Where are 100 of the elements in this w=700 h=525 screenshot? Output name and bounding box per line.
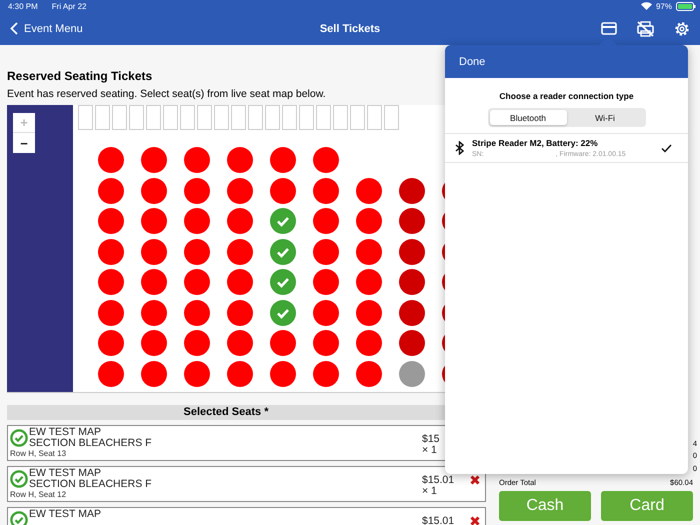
done-button[interactable]: Done xyxy=(453,54,492,68)
reader-name: Stripe Reader M2, Battery: 22% xyxy=(472,138,599,148)
ticket-price: $15.01 xyxy=(422,516,456,525)
printer-off-icon[interactable] xyxy=(637,20,654,36)
seat[interactable] xyxy=(227,208,253,234)
event-name: EW TEST MAP xyxy=(29,509,101,520)
selected-seat[interactable] xyxy=(270,238,296,264)
seat[interactable] xyxy=(98,300,124,326)
check-circle-icon xyxy=(10,429,28,447)
seat[interactable] xyxy=(141,208,167,234)
seat[interactable] xyxy=(313,300,339,326)
chevron-left-icon xyxy=(10,22,18,35)
seat[interactable] xyxy=(399,208,425,234)
seat[interactable] xyxy=(184,147,210,173)
seat[interactable] xyxy=(313,238,339,264)
seat[interactable] xyxy=(98,360,124,386)
seat-label: Row H, Seat 13 xyxy=(10,449,68,458)
selected-seat-item[interactable]: EW TEST MAP SECTION BLEACHERS F Row H, Seat 12 $15.01 × 1 xyxy=(7,466,486,502)
seat[interactable] xyxy=(313,178,339,204)
seat[interactable] xyxy=(313,208,339,234)
seat[interactable] xyxy=(227,330,253,356)
selected-seat[interactable] xyxy=(270,269,296,295)
bluetooth-icon xyxy=(455,141,464,155)
seat[interactable] xyxy=(141,330,167,356)
event-name: EW TEST MAP xyxy=(29,427,102,438)
seat[interactable] xyxy=(184,360,210,386)
seat[interactable] xyxy=(227,269,253,295)
seat[interactable] xyxy=(141,178,167,204)
ticket-price: $15.01 xyxy=(422,475,456,486)
section-title: Reserved Seating Tickets xyxy=(7,69,154,83)
seat[interactable] xyxy=(270,360,296,386)
back-button[interactable]: Event Menu xyxy=(10,22,83,35)
popover-title: Choose a reader connection type xyxy=(498,91,635,101)
credit-card-icon[interactable] xyxy=(601,22,617,35)
seat[interactable] xyxy=(313,360,339,386)
ticket-quantity: × 1 xyxy=(422,445,438,456)
ticket-price: $15 xyxy=(422,434,441,445)
seat[interactable] xyxy=(141,360,167,386)
seat[interactable] xyxy=(98,238,124,264)
seat[interactable] xyxy=(98,208,124,234)
seat[interactable] xyxy=(399,238,425,264)
seat[interactable] xyxy=(313,147,339,173)
seat[interactable] xyxy=(399,360,425,386)
seat[interactable] xyxy=(270,178,296,204)
seat[interactable] xyxy=(399,330,425,356)
seat[interactable] xyxy=(184,269,210,295)
selected-seats-header: Selected Seats * xyxy=(7,405,445,420)
seat[interactable] xyxy=(356,208,382,234)
seat[interactable] xyxy=(227,178,253,204)
segment-tab[interactable]: Wi-Fi xyxy=(566,110,644,125)
seat[interactable] xyxy=(356,360,382,386)
seat[interactable] xyxy=(356,330,382,356)
seat[interactable] xyxy=(98,147,124,173)
seat[interactable] xyxy=(356,269,382,295)
remove-icon[interactable] xyxy=(470,516,480,525)
seat[interactable] xyxy=(270,147,296,173)
seat[interactable] xyxy=(399,300,425,326)
seat[interactable] xyxy=(98,330,124,356)
selected-seat-item[interactable]: EW TEST MAP $15.01 xyxy=(7,507,486,525)
seat[interactable] xyxy=(356,178,382,204)
status-date: Fri Apr 22 xyxy=(52,2,86,10)
seat[interactable] xyxy=(356,300,382,326)
seat[interactable] xyxy=(313,269,339,295)
seat[interactable] xyxy=(184,208,210,234)
section-name: SECTION BLEACHERS F xyxy=(29,479,152,490)
seat[interactable] xyxy=(141,300,167,326)
seat[interactable] xyxy=(184,238,210,264)
wifi-icon xyxy=(640,2,652,10)
check-circle-icon xyxy=(10,470,28,488)
seat[interactable] xyxy=(98,178,124,204)
remove-icon[interactable] xyxy=(470,475,480,485)
seat[interactable] xyxy=(356,238,382,264)
selected-seat[interactable] xyxy=(270,208,296,234)
selected-seat[interactable] xyxy=(270,300,296,326)
seat[interactable] xyxy=(184,330,210,356)
settings-icon[interactable] xyxy=(674,20,690,36)
seat[interactable] xyxy=(399,269,425,295)
seat[interactable] xyxy=(227,300,253,326)
seat[interactable] xyxy=(98,269,124,295)
section-name: SECTION BLEACHERS F xyxy=(29,438,152,449)
battery-icon xyxy=(676,2,696,10)
page-title: Sell Tickets xyxy=(318,22,382,34)
ticket-quantity: × 1 xyxy=(422,486,438,497)
segment-tab[interactable]: Bluetooth xyxy=(490,110,566,125)
seat[interactable] xyxy=(227,360,253,386)
seat[interactable] xyxy=(270,330,296,356)
status-time: 4:30 PM xyxy=(8,2,38,10)
seat[interactable] xyxy=(184,178,210,204)
seat[interactable] xyxy=(141,238,167,264)
seat[interactable] xyxy=(141,147,167,173)
seat[interactable] xyxy=(313,330,339,356)
seat[interactable] xyxy=(141,269,167,295)
seat-label: Row H, Seat 12 xyxy=(10,490,68,499)
seat[interactable] xyxy=(227,238,253,264)
seat[interactable] xyxy=(184,300,210,326)
seat[interactable] xyxy=(399,178,425,204)
event-name: EW TEST MAP xyxy=(29,468,102,479)
battery-percent: 97% xyxy=(656,2,672,10)
section-description: Event has reserved seating. Select seat(s) from live seat map below. xyxy=(7,88,327,100)
seat[interactable] xyxy=(227,147,253,173)
